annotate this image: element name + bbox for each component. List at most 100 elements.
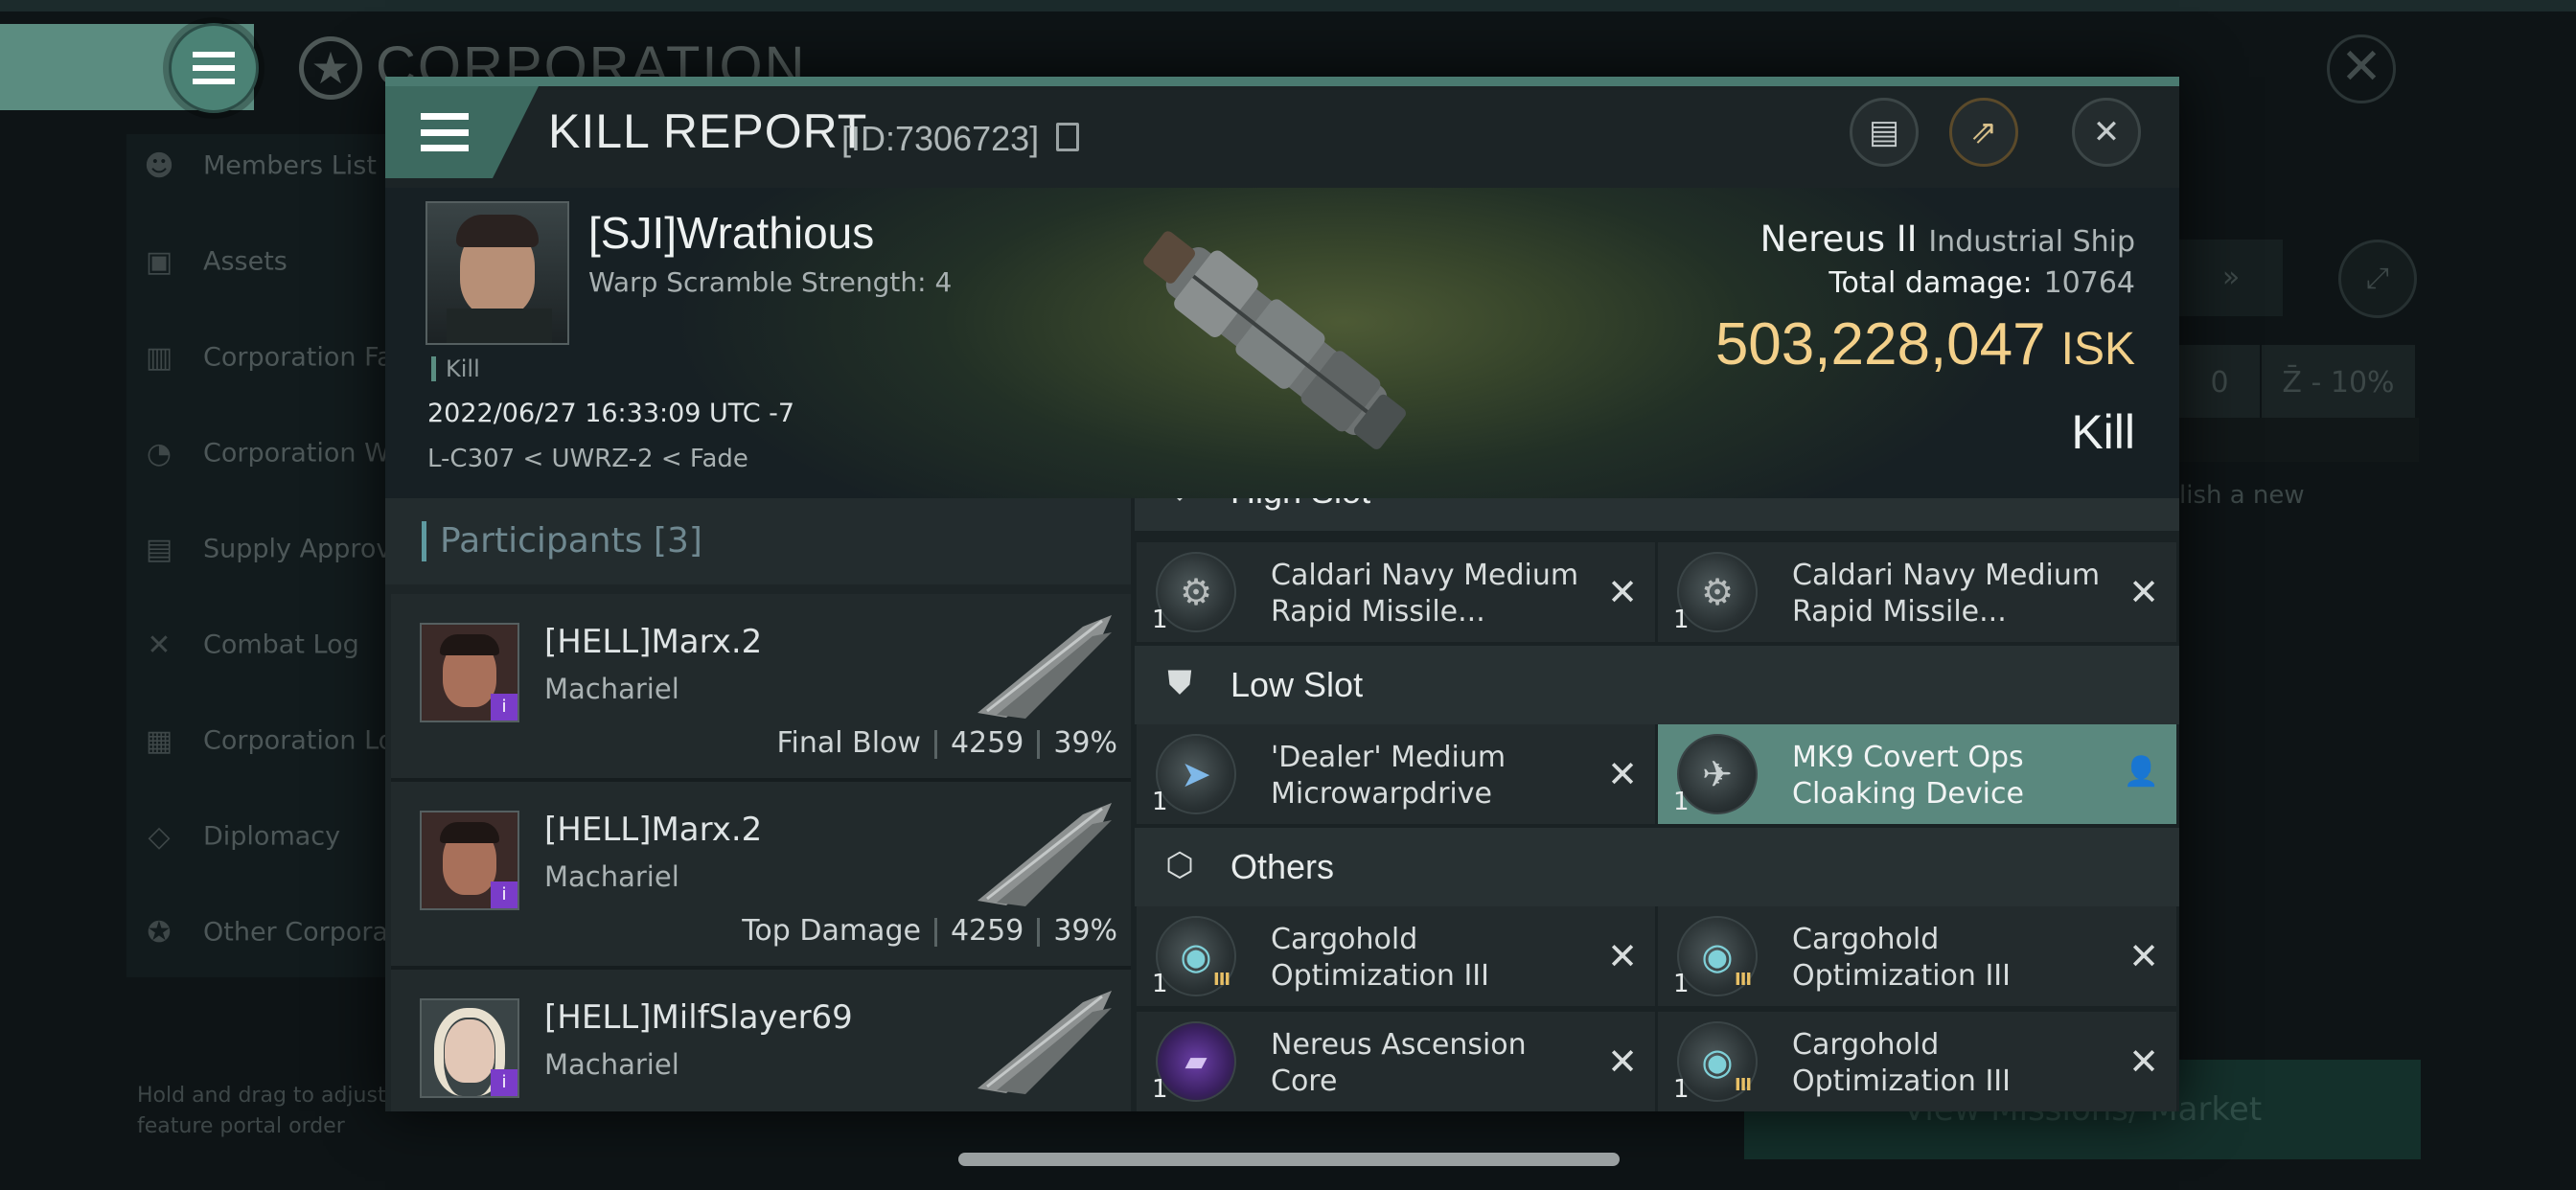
fitting-item[interactable]: ◉ III 1 Cargohold Optimization III ✕ <box>1137 906 1655 1006</box>
participant-stat-label: Final Blow <box>776 726 921 760</box>
item-name: 'Dealer' Medium Microwarpdrive <box>1271 741 1506 811</box>
sidebar-item-diplomacy[interactable]: ◇ Diplomacy <box>142 820 340 878</box>
destroyed-icon: ✕ <box>1607 753 1638 795</box>
sidebar-item-other-corporations[interactable]: ✪ Other Corporat <box>142 916 398 973</box>
combat-icon: ✕ <box>147 629 172 662</box>
share-icon: ⇗ <box>1969 113 1998 151</box>
participant-ship: Machariel <box>544 860 679 893</box>
fitting-item[interactable]: ◉ III 1 Cargohold Optimization III ✕ <box>1658 1012 2176 1111</box>
participants-label: Participants <box>440 521 643 561</box>
fitting-item[interactable]: ➤ 1 'Dealer' Medium Microwarpdrive ✕ <box>1137 724 1655 824</box>
kill-report-id: [ID:7306723] <box>841 119 1040 158</box>
sidebar-item-members-list[interactable]: ☻ Members List <box>142 149 377 207</box>
stat-divider <box>933 729 937 759</box>
isk-value-line: 503,228,047 ISK <box>1715 310 2135 378</box>
clipboard-button[interactable]: ▤ <box>1850 98 1919 167</box>
item-quantity: 1 <box>1673 970 1690 998</box>
stat-divider <box>1037 729 1041 759</box>
sidebar-item-combat-log[interactable]: ✕ Combat Log <box>142 629 358 686</box>
hamburger-icon <box>193 52 235 84</box>
item-quantity: 1 <box>1152 970 1168 998</box>
participant-stat-label: Top Damage <box>742 914 921 948</box>
item-quantity: 1 <box>1152 788 1168 816</box>
item-name: Nereus Ascension Core <box>1271 1028 1527 1098</box>
supply-icon: ▤ <box>145 533 173 566</box>
cloaking-device-icon: ✈ <box>1677 734 1758 814</box>
high-slot-icon: ⛉ <box>1158 498 1202 512</box>
victim-name[interactable]: [SJI]Wrathious <box>588 207 874 259</box>
rapid-missile-launcher-icon: ⚙ <box>1677 552 1758 632</box>
log-icon: ▦ <box>145 724 173 758</box>
participant-ship: Machariel <box>544 673 679 705</box>
background-close-icon[interactable]: ✕ <box>2327 34 2396 103</box>
participant-row[interactable]: i [HELL]Marx.2 Machariel Top Damage 4259 3… <box>391 782 1131 970</box>
tier-icon: III <box>1735 970 1752 990</box>
close-button[interactable]: ✕ <box>2072 98 2141 167</box>
copy-icon[interactable] <box>1056 123 1079 151</box>
participant-name: [HELL]Marx.2 <box>544 811 763 849</box>
item-name: Cargohold Optimization III <box>1271 923 1489 993</box>
tier-icon: III <box>1735 1075 1752 1095</box>
ship-name-line: Nereus II Industrial Ship <box>1760 218 2135 260</box>
total-damage-line: Total damage: 10764 <box>1828 266 2135 300</box>
result-label: Kill <box>2071 405 2135 459</box>
portal-order-hint: Hold and drag to adjust feature portal o… <box>137 1084 386 1138</box>
participant-name: [HELL]Marx.2 <box>544 623 763 661</box>
ship-name[interactable]: Nereus II <box>1760 218 1918 260</box>
microwarpdrive-icon: ➤ <box>1156 734 1236 814</box>
sidebar-item-corporation-facilities[interactable]: ▥ Corporation Fa <box>142 341 393 399</box>
destroyed-icon: ✕ <box>1607 935 1638 977</box>
sidebar-item-supply-approval[interactable]: ▤ Supply Approva <box>142 533 407 590</box>
participant-stats: Final Blow 4259 39% <box>776 726 1117 760</box>
machariel-ship-icon <box>978 803 1112 906</box>
destroyed-icon: ✕ <box>2128 935 2159 977</box>
fitting-item[interactable]: ⚙ 1 Caldari Navy Medium Rapid Missile...… <box>1658 542 2176 642</box>
item-quantity: 1 <box>1152 1075 1168 1104</box>
portrait-hair <box>440 634 499 655</box>
fitting-item[interactable]: ◉ III 1 Cargohold Optimization III ✕ <box>1658 906 2176 1006</box>
participant-row[interactable]: i [HELL]MilfSlayer69 Machariel <box>391 970 1131 1111</box>
participant-name: [HELL]MilfSlayer69 <box>544 998 853 1037</box>
kill-location: L-C307 < UWRZ-2 < Fade <box>427 445 748 473</box>
kill-datetime: 2022/06/27 16:33:09 UTC -7 <box>427 399 795 428</box>
destroyed-icon: ✕ <box>1607 1041 1638 1083</box>
home-indicator[interactable] <box>958 1153 1620 1166</box>
standing-badge-icon: i <box>491 881 518 908</box>
wallet-icon: ◔ <box>146 437 172 470</box>
item-quantity: 1 <box>1673 788 1690 816</box>
members-icon: ☻ <box>144 149 174 183</box>
ascension-core-icon: ▰ <box>1156 1021 1236 1102</box>
kill-report-window: KILL REPORT [ID:7306723] ▤ ⇗ ✕ [SJI]Wrat… <box>385 77 2179 1111</box>
participant-stats: Top Damage 4259 39% <box>742 914 1117 948</box>
fitting-item[interactable]: ⚙ 1 Caldari Navy Medium Rapid Missile...… <box>1137 542 1655 642</box>
share-button[interactable]: ⇗ <box>1949 98 2018 167</box>
total-damage-label: Total damage: <box>1828 266 2033 300</box>
ship-render[interactable] <box>1114 197 1439 485</box>
background-external-icon: ⤢ <box>2338 240 2417 318</box>
participant-row[interactable]: i [HELL]Marx.2 Machariel Final Blow 4259 3… <box>391 594 1131 782</box>
low-slot-icon: ⛊ <box>1167 664 1192 702</box>
background-text: lish a new <box>2179 481 2305 510</box>
others-header: ⬡ Others <box>1135 828 2179 906</box>
destroyed-icon: ✕ <box>2128 571 2159 613</box>
corporation-emblem-icon: ★ <box>299 36 362 100</box>
victim-portrait[interactable] <box>426 201 569 345</box>
fitting-item-selected[interactable]: ✈ 1 MK9 Covert Ops Cloaking Device 👤 <box>1658 724 2176 824</box>
rapid-missile-launcher-icon: ⚙ <box>1156 552 1236 632</box>
sidebar-item-corporation-log[interactable]: ▦ Corporation Lo <box>142 724 394 782</box>
tax-icon: Z̄ <box>2282 366 2312 400</box>
low-slot-title: Low Slot <box>1230 665 1364 704</box>
sidebar-item-corporation-wallet[interactable]: ◔ Corporation Wa <box>142 437 404 494</box>
item-name: Cargohold Optimization III <box>1792 1028 2011 1098</box>
machariel-ship-icon <box>978 615 1112 719</box>
background-value-cell: 0 <box>2179 345 2260 422</box>
item-quantity: 1 <box>1673 1075 1690 1104</box>
participant-damage: 4259 <box>950 914 1024 948</box>
background-forward-icon: » <box>2179 240 2283 316</box>
background-bar <box>2179 418 2419 462</box>
sidebar-item-assets[interactable]: ▣ Assets <box>142 245 288 303</box>
main-menu-button[interactable] <box>169 23 259 113</box>
item-quantity: 1 <box>1673 606 1690 634</box>
fitting-item[interactable]: ▰ 1 Nereus Ascension Core ✕ <box>1137 1012 1655 1111</box>
dropped-person-icon: 👤 <box>2123 755 2159 789</box>
